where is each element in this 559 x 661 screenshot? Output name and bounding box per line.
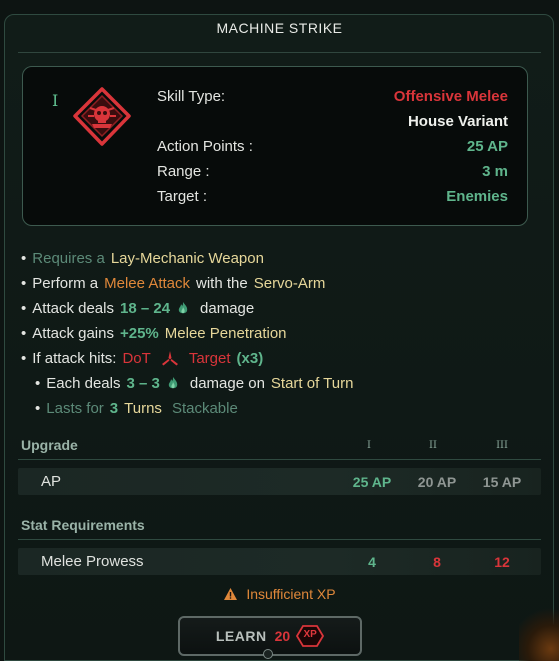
each-when: Start of Turn <box>270 374 354 392</box>
on-hit-line: • If attack hits: DoT Target (x3) <box>21 349 264 367</box>
bleed-blades-icon <box>161 351 178 366</box>
tier-numeral: I <box>52 91 59 110</box>
perform-prefix: Perform a <box>32 274 99 292</box>
skill-type-label: Skill Type: <box>157 88 226 105</box>
target-label: Target : <box>157 188 208 205</box>
dot-damage-line: • Each deals 3 – 3 damage on Start of Tu… <box>35 374 354 392</box>
each-prefix: Each deals <box>46 374 121 392</box>
requirement-tier-3-value: 12 <box>494 554 510 570</box>
gains-value: +25% <box>119 324 159 342</box>
background-fire <box>519 600 559 661</box>
insufficient-xp-warning: Insufficient XP <box>0 586 559 602</box>
gains-suffix: Melee Penetration <box>164 324 287 342</box>
requirement-row-label: Melee Prowess <box>41 553 144 570</box>
title-divider <box>18 52 541 53</box>
required-weapon: Lay-Mechanic Weapon <box>110 249 264 267</box>
each-mid: damage on <box>189 374 265 392</box>
xp-label: XP <box>303 629 317 640</box>
requirement-tier-2-value: 8 <box>433 554 441 570</box>
range-label: Range : <box>157 163 210 180</box>
damage-line: • Attack deals 18 – 24 damage <box>21 299 255 317</box>
perform-with: with the <box>196 274 248 292</box>
upgrade-divider <box>18 459 541 460</box>
mechanicus-skull-cog-icon <box>73 87 131 146</box>
action-points-label: Action Points : <box>157 138 253 155</box>
perform-tool: Servo-Arm <box>253 274 326 292</box>
requirements-header: Stat Requirements <box>21 517 145 533</box>
perform-attack: Melee Attack <box>104 274 191 292</box>
penetration-line: • Attack gains +25% Melee Penetration <box>21 324 287 342</box>
deals-prefix: Attack deals <box>32 299 114 317</box>
upgrade-tier-2-value: 20 AP <box>417 474 457 490</box>
perform-line: • Perform a Melee Attack with the Servo-… <box>21 274 326 292</box>
upgrade-header: Upgrade <box>21 437 78 453</box>
damage-flame-icon <box>178 302 188 314</box>
warning-text: Insufficient XP <box>246 586 336 602</box>
tier-3-header: III <box>496 440 508 451</box>
requirement-tier-1-value: 4 <box>368 554 376 570</box>
upgrade-tier-1-value: 25 AP <box>352 474 392 490</box>
requirements-divider <box>18 539 541 540</box>
scroll-indicator[interactable] <box>263 649 273 659</box>
action-points-value: 25 AP <box>466 138 508 155</box>
dot-effect: DoT <box>122 349 151 367</box>
requires-prefix: Requires a <box>32 249 105 267</box>
skill-variant: House Variant <box>407 113 508 130</box>
upgrade-tier-3-value: 15 AP <box>482 474 522 490</box>
lasts-value: 3 <box>109 399 119 417</box>
duration-line: • Lasts for 3 Turns Stackable <box>35 399 238 417</box>
target-value: Enemies <box>446 188 508 205</box>
learn-label: LEARN <box>215 628 267 644</box>
gains-prefix: Attack gains <box>32 324 114 342</box>
xp-hex-icon: XP <box>296 625 325 647</box>
lasts-prefix: Lasts for <box>46 399 104 417</box>
learn-cost: 20 <box>274 628 291 644</box>
dot-target: Target <box>188 349 231 367</box>
upgrade-row-label: AP <box>41 473 62 490</box>
stackable-tag: Stackable <box>171 399 238 417</box>
deals-suffix: damage <box>200 299 255 317</box>
skill-type-value: Offensive Melee <box>393 88 508 105</box>
lasts-unit: Turns <box>124 399 162 417</box>
warning-icon <box>224 588 238 600</box>
tier-2-header: II <box>429 440 437 451</box>
dot-multiplier: (x3) <box>236 349 264 367</box>
hits-prefix: If attack hits: <box>32 349 117 367</box>
damage-flame-icon <box>168 377 178 389</box>
deals-range: 18 – 24 <box>119 299 171 317</box>
skill-title: MACHINE STRIKE <box>216 20 343 36</box>
range-value: 3 m <box>482 163 508 180</box>
tier-1-header: I <box>367 440 371 451</box>
requirement-line: • Requires a Lay-Mechanic Weapon <box>21 249 264 267</box>
each-range: 3 – 3 <box>126 374 160 392</box>
